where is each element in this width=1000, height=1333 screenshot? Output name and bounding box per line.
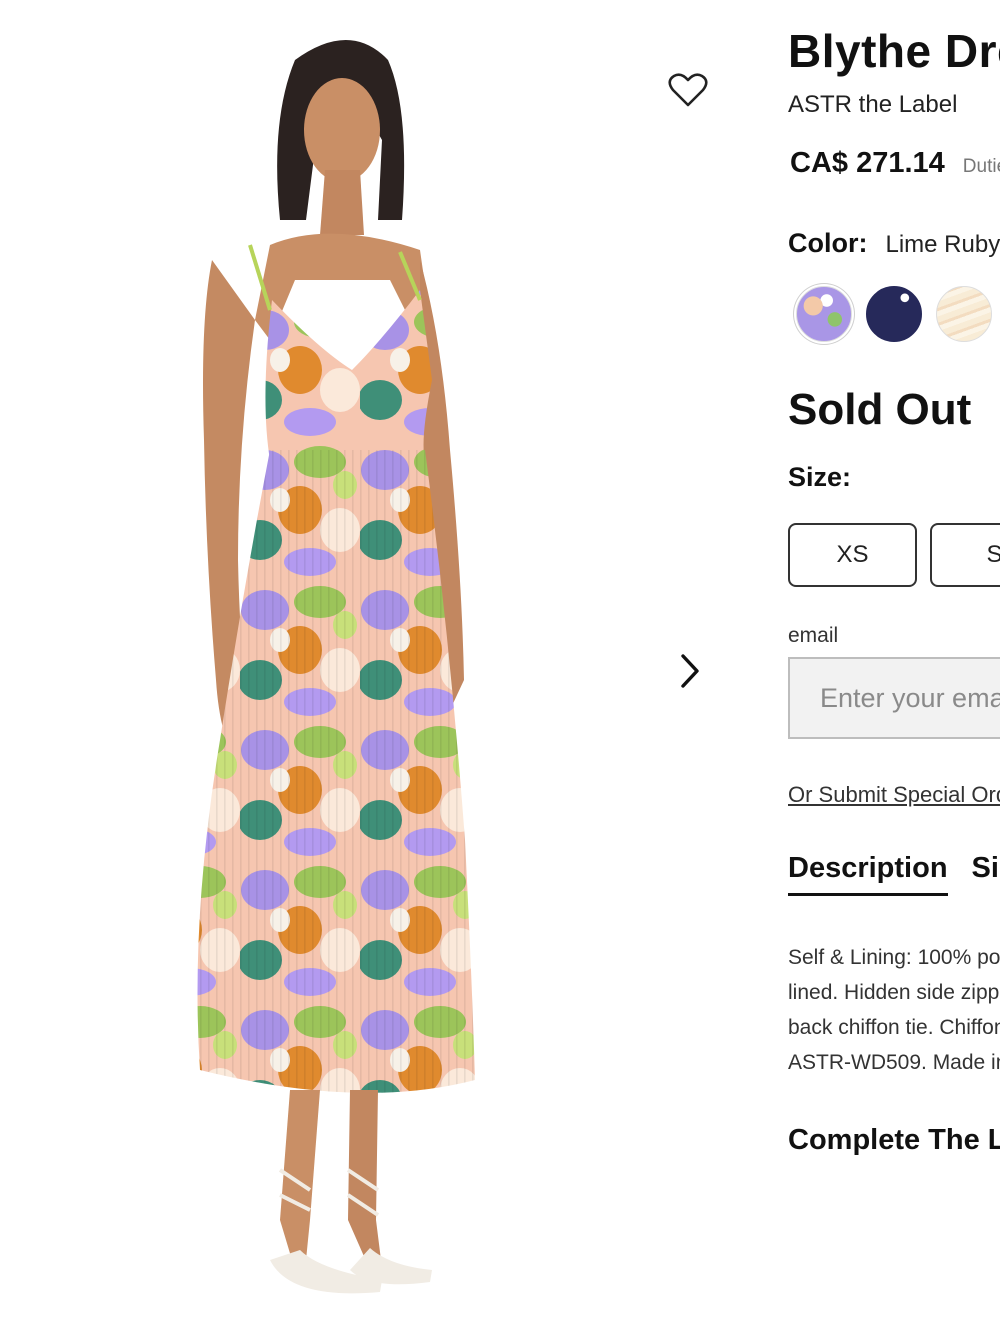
- next-image-button[interactable]: [668, 646, 712, 696]
- description-text: Self & Lining: 100% polyester. lined. Hi…: [788, 940, 1000, 1080]
- product-gallery: [0, 0, 760, 1333]
- tab-description[interactable]: Description: [788, 852, 948, 896]
- product-title: Blythe Dress: [788, 25, 1000, 77]
- description-line: Self & Lining: 100% polyester.: [788, 946, 1000, 969]
- color-label: Color:: [788, 228, 868, 258]
- color-swatches: [796, 286, 992, 342]
- email-field[interactable]: [788, 657, 1000, 739]
- swatch-navy[interactable]: [866, 286, 922, 342]
- wishlist-button[interactable]: [664, 66, 712, 114]
- email-label: email: [788, 624, 839, 647]
- product-image[interactable]: [120, 20, 580, 1320]
- brand-link[interactable]: ASTR the Label: [788, 91, 957, 119]
- size-option-s[interactable]: S: [930, 523, 1000, 587]
- chevron-right-icon: [681, 654, 699, 688]
- product-page: Blythe Dress ASTR the Label CA$ 271.14 D…: [0, 0, 1000, 1333]
- availability-status: Sold Out: [788, 385, 972, 434]
- tab-size-fit[interactable]: Size & Fit: [972, 852, 1000, 896]
- heart-outline-icon: [668, 73, 708, 107]
- price-row: CA$ 271.14 Duties & taxes included: [790, 147, 1000, 180]
- description-line: lined. Hidden side zipper with: [788, 981, 1000, 1004]
- complete-the-look-heading: Complete The Look: [788, 1124, 1000, 1156]
- size-option-xs[interactable]: XS: [788, 523, 917, 587]
- size-label: Size:: [788, 462, 852, 492]
- special-order-link[interactable]: Or Submit Special Order: [788, 782, 1000, 808]
- description-line: back chiffon tie. Chiffon fabric.: [788, 1016, 1000, 1039]
- color-row: Color: Lime Ruby Multi: [788, 228, 1000, 259]
- product-info: Blythe Dress ASTR the Label CA$ 271.14 D…: [788, 0, 1000, 1333]
- swatch-lavender-floral[interactable]: [796, 286, 852, 342]
- price-note: Duties & taxes included: [962, 156, 1000, 177]
- price: CA$ 271.14: [790, 147, 945, 179]
- description-line: ASTR-WD509. Made in China.: [788, 1051, 1000, 1074]
- info-tabs: Description Size & Fit: [788, 852, 1000, 896]
- swatch-cream[interactable]: [936, 286, 992, 342]
- color-value: Lime Ruby Multi: [885, 231, 1000, 258]
